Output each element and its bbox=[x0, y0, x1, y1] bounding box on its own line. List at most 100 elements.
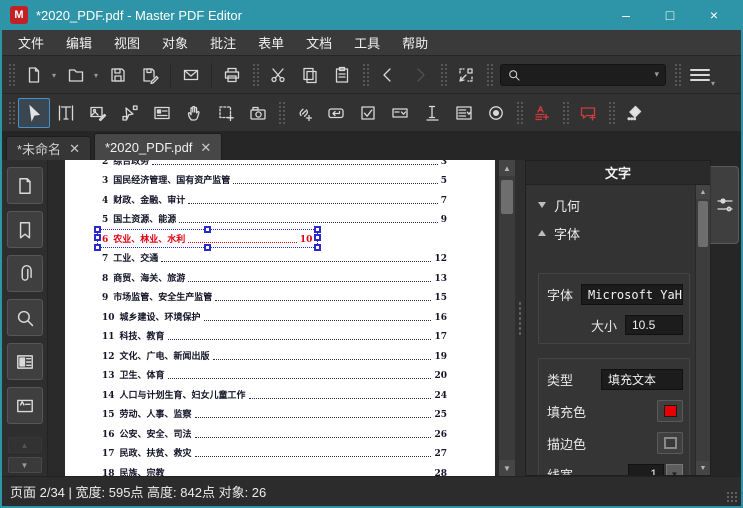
maximize-button[interactable]: □ bbox=[655, 7, 685, 23]
paste-button[interactable] bbox=[326, 60, 358, 90]
toolbar-grip[interactable] bbox=[7, 61, 15, 88]
minimize-button[interactable]: – bbox=[611, 7, 641, 23]
search-input[interactable] bbox=[521, 67, 655, 82]
toc-row[interactable]: 15 劳动、人事、监察 25 bbox=[102, 405, 447, 425]
combobox-field-tool-button[interactable] bbox=[384, 98, 416, 128]
open-file-button[interactable]: ▾ bbox=[60, 60, 98, 90]
tab-close-icon[interactable]: ✕ bbox=[69, 142, 80, 155]
toc-row[interactable]: 11 科技、教育 17 bbox=[102, 327, 447, 347]
scroll-down-arrow[interactable]: ▼ bbox=[499, 460, 515, 476]
menu-document[interactable]: 文档 bbox=[296, 30, 342, 55]
sidebar-scroll-up-button[interactable]: ▲ bbox=[7, 437, 42, 453]
line-width-dropdown-button[interactable]: ▼ bbox=[666, 464, 683, 475]
email-button[interactable] bbox=[175, 60, 207, 90]
toolbar-grip[interactable] bbox=[607, 99, 615, 126]
copy-button[interactable] bbox=[294, 60, 326, 90]
fill-color-button[interactable] bbox=[657, 400, 683, 422]
document-scrollbar[interactable]: ▲ ▼ bbox=[498, 160, 515, 476]
sidebar-form-fields-button[interactable] bbox=[6, 343, 43, 380]
save-button[interactable] bbox=[102, 60, 134, 90]
menu-edit[interactable]: 编辑 bbox=[56, 30, 102, 55]
fit-page-button[interactable] bbox=[450, 60, 482, 90]
toolbar-grip[interactable] bbox=[485, 61, 493, 88]
tab-close-icon[interactable]: ✕ bbox=[200, 141, 211, 154]
resize-grip[interactable] bbox=[726, 491, 739, 504]
edit-forms-tool-button[interactable] bbox=[146, 98, 178, 128]
pushbutton-field-tool-button[interactable] bbox=[320, 98, 352, 128]
select-tool-button[interactable] bbox=[18, 97, 50, 128]
snapshot-tool-button[interactable] bbox=[242, 98, 274, 128]
print-button[interactable] bbox=[216, 60, 248, 90]
font-size-input[interactable]: 10.5 bbox=[625, 315, 683, 335]
menu-view[interactable]: 视图 bbox=[104, 30, 150, 55]
sidebar-search-button[interactable] bbox=[6, 299, 43, 336]
scroll-up-arrow[interactable]: ▲ bbox=[499, 160, 515, 176]
menu-file[interactable]: 文件 bbox=[8, 30, 54, 55]
main-menu-button[interactable]: ▾ bbox=[684, 60, 716, 90]
sidebar-attachments-button[interactable] bbox=[6, 255, 43, 292]
toc-row[interactable]: 17 民政、扶贫、救灾 27 bbox=[102, 444, 447, 464]
new-document-button[interactable]: ▾ bbox=[18, 60, 56, 90]
section-geometry[interactable]: 几何 bbox=[534, 191, 690, 219]
selection-handle-tl[interactable] bbox=[94, 226, 101, 233]
toc-row[interactable]: 2 综合政务 3 bbox=[102, 160, 447, 171]
line-width-input[interactable]: 1 bbox=[628, 464, 664, 475]
toolbar-grip[interactable] bbox=[439, 61, 447, 88]
panel-scroll-down-arrow[interactable]: ▼ bbox=[696, 461, 710, 475]
toc-row[interactable]: 18 民族、宗教 28 bbox=[102, 463, 447, 476]
checkbox-field-tool-button[interactable] bbox=[352, 98, 384, 128]
type-select[interactable]: 填充文本 bbox=[601, 369, 683, 390]
selection-handle-tm[interactable] bbox=[203, 226, 211, 233]
scroll-thumb[interactable] bbox=[501, 180, 513, 214]
sidebar-bookmarks-button[interactable] bbox=[6, 211, 43, 248]
sticky-note-tool-button[interactable] bbox=[572, 98, 604, 128]
menu-help[interactable]: 帮助 bbox=[392, 30, 438, 55]
toolbar-grip[interactable] bbox=[561, 99, 569, 126]
panel-scrollbar[interactable]: ▲ ▼ bbox=[695, 185, 710, 475]
edit-text-tool-button[interactable] bbox=[50, 98, 82, 128]
menu-annotate[interactable]: 批注 bbox=[200, 30, 246, 55]
toc-row[interactable]: 12 文化、广电、新闻出版 19 bbox=[102, 346, 447, 366]
toc-row[interactable]: 6 农业、林业、水利 10 bbox=[94, 226, 322, 251]
edit-path-tool-button[interactable] bbox=[114, 98, 146, 128]
font-family-select[interactable]: Microsoft YaHei bbox=[581, 284, 683, 305]
toolbar-grip[interactable] bbox=[515, 99, 523, 126]
panel-scroll-track[interactable] bbox=[696, 199, 710, 461]
close-button[interactable]: × bbox=[699, 7, 729, 23]
toc-row[interactable]: 7 工业、交通 12 bbox=[102, 249, 447, 269]
listbox-field-tool-button[interactable] bbox=[448, 98, 480, 128]
menu-object[interactable]: 对象 bbox=[152, 30, 198, 55]
selection-handle-mr[interactable] bbox=[314, 234, 322, 242]
toc-row[interactable]: 8 商贸、海关、旅游 13 bbox=[102, 268, 447, 288]
section-font[interactable]: 字体 bbox=[534, 219, 690, 247]
sidebar-scroll-down-button[interactable]: ▼ bbox=[7, 457, 42, 473]
highlighter-tool-button[interactable] bbox=[618, 98, 650, 128]
edit-image-tool-button[interactable] bbox=[82, 98, 114, 128]
tab-untitled[interactable]: *未命名 ✕ bbox=[6, 136, 91, 160]
selection-handle-tr[interactable] bbox=[314, 226, 322, 233]
radiobutton-field-tool-button[interactable] bbox=[480, 98, 512, 128]
link-tool-button[interactable] bbox=[288, 98, 320, 128]
scroll-track[interactable] bbox=[499, 176, 515, 460]
toc-row[interactable]: 16 公安、安全、司法 26 bbox=[102, 424, 447, 444]
toc-row[interactable]: 3 国民经济管理、国有资产监管 5 bbox=[102, 171, 447, 191]
menu-forms[interactable]: 表单 bbox=[248, 30, 294, 55]
page-wrapper[interactable]: 2 综合政务 3 3 国民经济管理、国有资产监管 5 4 财政、金融、审计 7 5 国土资源、能源 9… bbox=[48, 160, 498, 476]
pdf-page[interactable]: 2 综合政务 3 3 国民经济管理、国有资产监管 5 4 财政、金融、审计 7 5 国土资源、能源 9… bbox=[65, 160, 495, 476]
toc-row[interactable]: 9 市场监管、安全生产监管 15 bbox=[102, 288, 447, 308]
panel-scroll-up-arrow[interactable]: ▲ bbox=[696, 185, 710, 199]
toolbar-grip[interactable] bbox=[361, 61, 369, 88]
hand-tool-button[interactable] bbox=[178, 98, 210, 128]
back-button[interactable] bbox=[372, 60, 404, 90]
forward-button[interactable] bbox=[404, 60, 436, 90]
selection-handle-ml[interactable] bbox=[94, 234, 101, 242]
panel-toggle-tab[interactable] bbox=[710, 166, 739, 244]
select-area-tool-button[interactable] bbox=[210, 98, 242, 128]
toolbar-grip[interactable] bbox=[673, 61, 681, 88]
sidebar-signatures-button[interactable] bbox=[6, 387, 43, 424]
toolbar-grip[interactable] bbox=[277, 99, 285, 126]
sidebar-thumbnails-button[interactable] bbox=[6, 167, 43, 204]
cut-button[interactable] bbox=[262, 60, 294, 90]
menu-tools[interactable]: 工具 bbox=[344, 30, 390, 55]
panel-scroll-thumb[interactable] bbox=[698, 201, 708, 247]
